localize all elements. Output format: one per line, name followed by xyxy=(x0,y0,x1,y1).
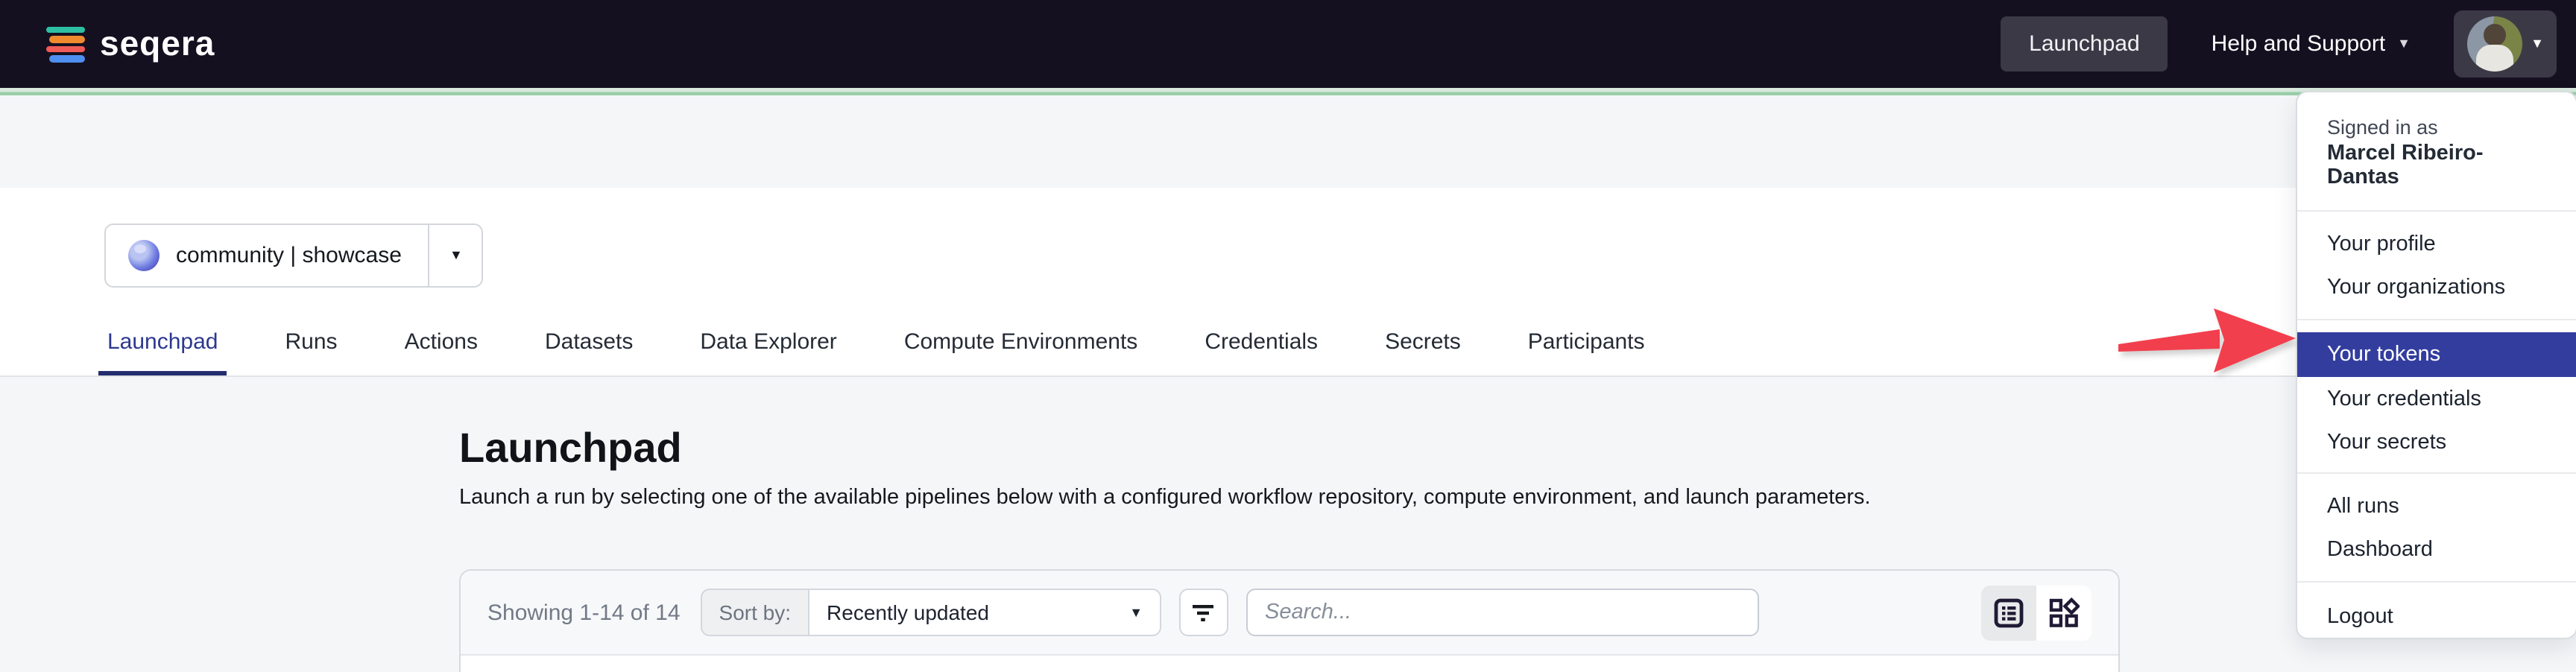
seqera-app: seqera Launchpad Help and Support ▼ ▼ co… xyxy=(0,0,2576,672)
main-content: Launchpad Launch a run by selecting one … xyxy=(0,377,2576,672)
menu-item-all-runs[interactable]: All runs xyxy=(2297,484,2576,527)
user-name: Marcel Ribeiro-Dantas xyxy=(2327,142,2546,189)
menu-item-your-organizations[interactable]: Your organizations xyxy=(2297,265,2576,308)
help-and-support-menu[interactable]: Help and Support ▼ xyxy=(2212,31,2411,57)
user-dropdown-menu: Signed in as Marcel Ribeiro-Dantas Your … xyxy=(2296,91,2576,639)
seqera-brand[interactable]: seqera xyxy=(46,24,215,64)
tab-launchpad[interactable]: Launchpad xyxy=(98,329,227,375)
annotation-arrow-icon xyxy=(2118,307,2299,375)
tab-runs[interactable]: Runs xyxy=(277,329,347,375)
filter-button[interactable] xyxy=(1178,589,1228,636)
avatar xyxy=(2466,16,2522,72)
sort-select[interactable]: Recently updated ▼ xyxy=(807,589,1161,636)
user-menu-header: Signed in as Marcel Ribeiro-Dantas xyxy=(2297,92,2576,210)
menu-section-profile: Your profile Your organizations xyxy=(2297,212,2576,319)
tab-credentials[interactable]: Credentials xyxy=(1196,329,1327,375)
help-and-support-label: Help and Support xyxy=(2212,31,2386,57)
menu-item-your-tokens[interactable]: Your tokens xyxy=(2297,332,2576,377)
sort-by-label: Sort by: xyxy=(701,589,808,636)
workspace-selector-caret-button[interactable]: ▼ xyxy=(429,225,482,286)
grid-view-button[interactable] xyxy=(2036,585,2092,640)
brand-wordmark: seqera xyxy=(100,24,215,64)
page-description: Launch a run by selecting one of the ava… xyxy=(459,486,2576,510)
tab-secrets[interactable]: Secrets xyxy=(1376,329,1470,375)
user-avatar-button[interactable]: ▼ xyxy=(2454,10,2557,77)
search-input[interactable] xyxy=(1246,589,1758,636)
header-band xyxy=(0,95,2576,188)
list-view-button[interactable] xyxy=(1981,585,2036,640)
sort-select-value: Recently updated xyxy=(827,600,989,624)
menu-item-your-credentials[interactable]: Your credentials xyxy=(2297,377,2576,420)
showing-count: Showing 1-14 of 14 xyxy=(487,600,681,625)
tab-data-explorer[interactable]: Data Explorer xyxy=(691,329,845,375)
list-view-icon xyxy=(1993,597,2024,628)
accent-strip xyxy=(0,88,2576,95)
top-navbar: seqera Launchpad Help and Support ▼ ▼ xyxy=(0,0,2576,88)
grid-view-icon xyxy=(2048,597,2080,628)
filter-icon xyxy=(1191,603,1215,622)
menu-section-logout: Logout xyxy=(2297,583,2576,656)
tab-compute-environments[interactable]: Compute Environments xyxy=(895,329,1147,375)
tab-actions[interactable]: Actions xyxy=(396,329,487,375)
chevron-down-icon: ▼ xyxy=(2531,37,2544,51)
view-mode-toggle xyxy=(1981,585,2092,640)
tab-participants[interactable]: Participants xyxy=(1519,329,1654,375)
sort-group: Sort by: Recently updated ▼ xyxy=(701,589,1161,636)
signed-in-as-label: Signed in as xyxy=(2327,116,2546,139)
chevron-down-icon: ▼ xyxy=(449,249,463,262)
pipelines-toolbar: Showing 1-14 of 14 Sort by: Recently upd… xyxy=(461,571,2118,656)
seqera-logo-icon xyxy=(46,26,85,62)
launchpad-nav-button[interactable]: Launchpad xyxy=(2001,16,2168,72)
page-title: Launchpad xyxy=(459,377,2576,472)
chevron-down-icon: ▼ xyxy=(1129,606,1143,619)
menu-item-dashboard[interactable]: Dashboard xyxy=(2297,527,2576,571)
workspace-selector[interactable]: community | showcase ▼ xyxy=(104,224,484,288)
tab-datasets[interactable]: Datasets xyxy=(536,329,642,375)
menu-section-credentials: Your tokens Your credentials Your secret… xyxy=(2297,320,2576,472)
menu-item-logout[interactable]: Logout xyxy=(2297,595,2576,638)
menu-section-runs: All runs Dashboard xyxy=(2297,474,2576,581)
navbar-right: Launchpad Help and Support ▼ ▼ xyxy=(2001,10,2557,77)
chevron-down-icon: ▼ xyxy=(2397,37,2411,51)
workspace-name: community | showcase xyxy=(176,243,402,268)
menu-item-your-profile[interactable]: Your profile xyxy=(2297,222,2576,265)
pipelines-card: Showing 1-14 of 14 Sort by: Recently upd… xyxy=(459,569,2120,672)
menu-item-your-secrets[interactable]: Your secrets xyxy=(2297,420,2576,463)
globe-icon xyxy=(128,240,160,271)
workspace-selector-main: community | showcase xyxy=(106,225,429,286)
